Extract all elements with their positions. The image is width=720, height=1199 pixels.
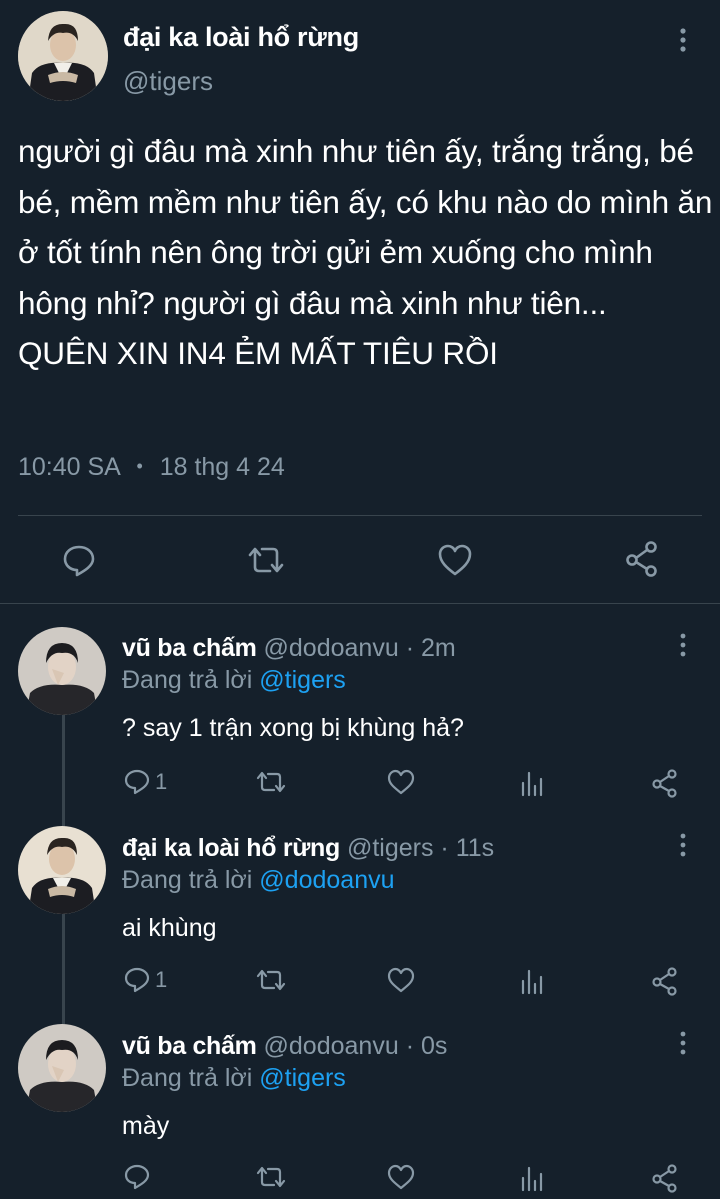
heart-icon[interactable] (437, 543, 473, 577)
replying-to: Đang trả lời @dodoanvu (122, 866, 395, 895)
share-icon[interactable] (624, 540, 660, 578)
thread-line (62, 712, 65, 830)
reply-icon[interactable] (124, 768, 150, 796)
reply-time[interactable]: 11s (456, 834, 494, 862)
reply-icon[interactable] (124, 1163, 150, 1191)
author-name[interactable]: đại ka loài hổ rừng (123, 22, 359, 53)
reply-author-name[interactable]: vũ ba chấm (122, 1032, 257, 1060)
heart-icon[interactable] (387, 967, 415, 993)
reply-author-name[interactable]: đại ka loài hổ rừng (122, 834, 340, 862)
analytics-icon[interactable] (519, 769, 545, 797)
meta-dot: • (136, 456, 143, 476)
reply-count: 1 (155, 769, 168, 794)
reply-header: vũ ba chấm @dodoanvu · 0s (122, 1032, 447, 1061)
replying-to-handle[interactable]: @tigers (259, 1064, 346, 1092)
heart-icon[interactable] (387, 1164, 415, 1190)
replying-to-handle[interactable]: @dodoanvu (259, 866, 394, 894)
more-vertical-icon[interactable] (673, 632, 693, 658)
retweet-icon[interactable] (255, 967, 287, 993)
retweet-icon[interactable] (255, 769, 287, 795)
tweet-time: 10:40 SA (18, 453, 120, 481)
heart-icon[interactable] (387, 769, 415, 795)
share-icon[interactable] (651, 966, 679, 996)
more-vertical-icon[interactable] (673, 1030, 693, 1056)
replying-to-label: Đang trả lời (122, 866, 253, 894)
retweet-icon[interactable] (246, 543, 286, 577)
reply-time[interactable]: 0s (421, 1032, 447, 1060)
reply-icon[interactable] (62, 543, 96, 577)
divider (0, 603, 720, 604)
reply-author-handle[interactable]: @dodoanvu (264, 634, 399, 662)
reply-text: mày (122, 1112, 170, 1140)
retweet-icon[interactable] (255, 1164, 287, 1190)
analytics-icon[interactable] (519, 967, 545, 995)
reply-text: ? say 1 trận xong bị khùng hả? (122, 714, 464, 742)
reply-header: vũ ba chấm @dodoanvu · 2m (122, 634, 456, 663)
header-separator: · (405, 1032, 415, 1060)
reply-author-handle[interactable]: @dodoanvu (264, 1032, 399, 1060)
share-icon[interactable] (651, 768, 679, 798)
share-icon[interactable] (651, 1163, 679, 1193)
reply-text: ai khùng (122, 914, 217, 942)
replying-to: Đang trả lời @tigers (122, 666, 346, 695)
tweet-text: người gì đâu mà xinh như tiên ấy, trắng … (18, 133, 713, 371)
reply-avatar[interactable] (18, 627, 106, 715)
analytics-icon[interactable] (519, 1164, 545, 1192)
replying-to-label: Đang trả lời (122, 1064, 253, 1092)
reply-icon[interactable] (124, 966, 150, 994)
thread-line (62, 912, 65, 1028)
reply-author-name[interactable]: vũ ba chấm (122, 634, 257, 662)
reply-avatar[interactable] (18, 1024, 106, 1112)
header-separator: · (440, 834, 449, 862)
replying-to: Đang trả lời @tigers (122, 1064, 346, 1093)
tweet-timestamp[interactable]: 10:40 SA • 18 thg 4 24 (18, 453, 285, 482)
reply-author-handle[interactable]: @tigers (347, 834, 434, 862)
tweet-date: 18 thg 4 24 (159, 453, 285, 481)
author-handle[interactable]: @tigers (123, 66, 213, 97)
more-vertical-icon[interactable] (673, 832, 693, 858)
author-avatar[interactable] (18, 11, 108, 101)
divider (18, 515, 702, 516)
reply-time[interactable]: 2m (421, 634, 456, 662)
reply-header: đại ka loài hổ rừng @tigers · 11s (122, 834, 494, 863)
reply-avatar[interactable] (18, 826, 106, 914)
replying-to-label: Đang trả lời (122, 666, 253, 694)
replying-to-handle[interactable]: @tigers (259, 666, 346, 694)
more-vertical-icon[interactable] (673, 26, 693, 54)
header-separator: · (405, 634, 415, 662)
reply-count: 1 (155, 967, 168, 992)
